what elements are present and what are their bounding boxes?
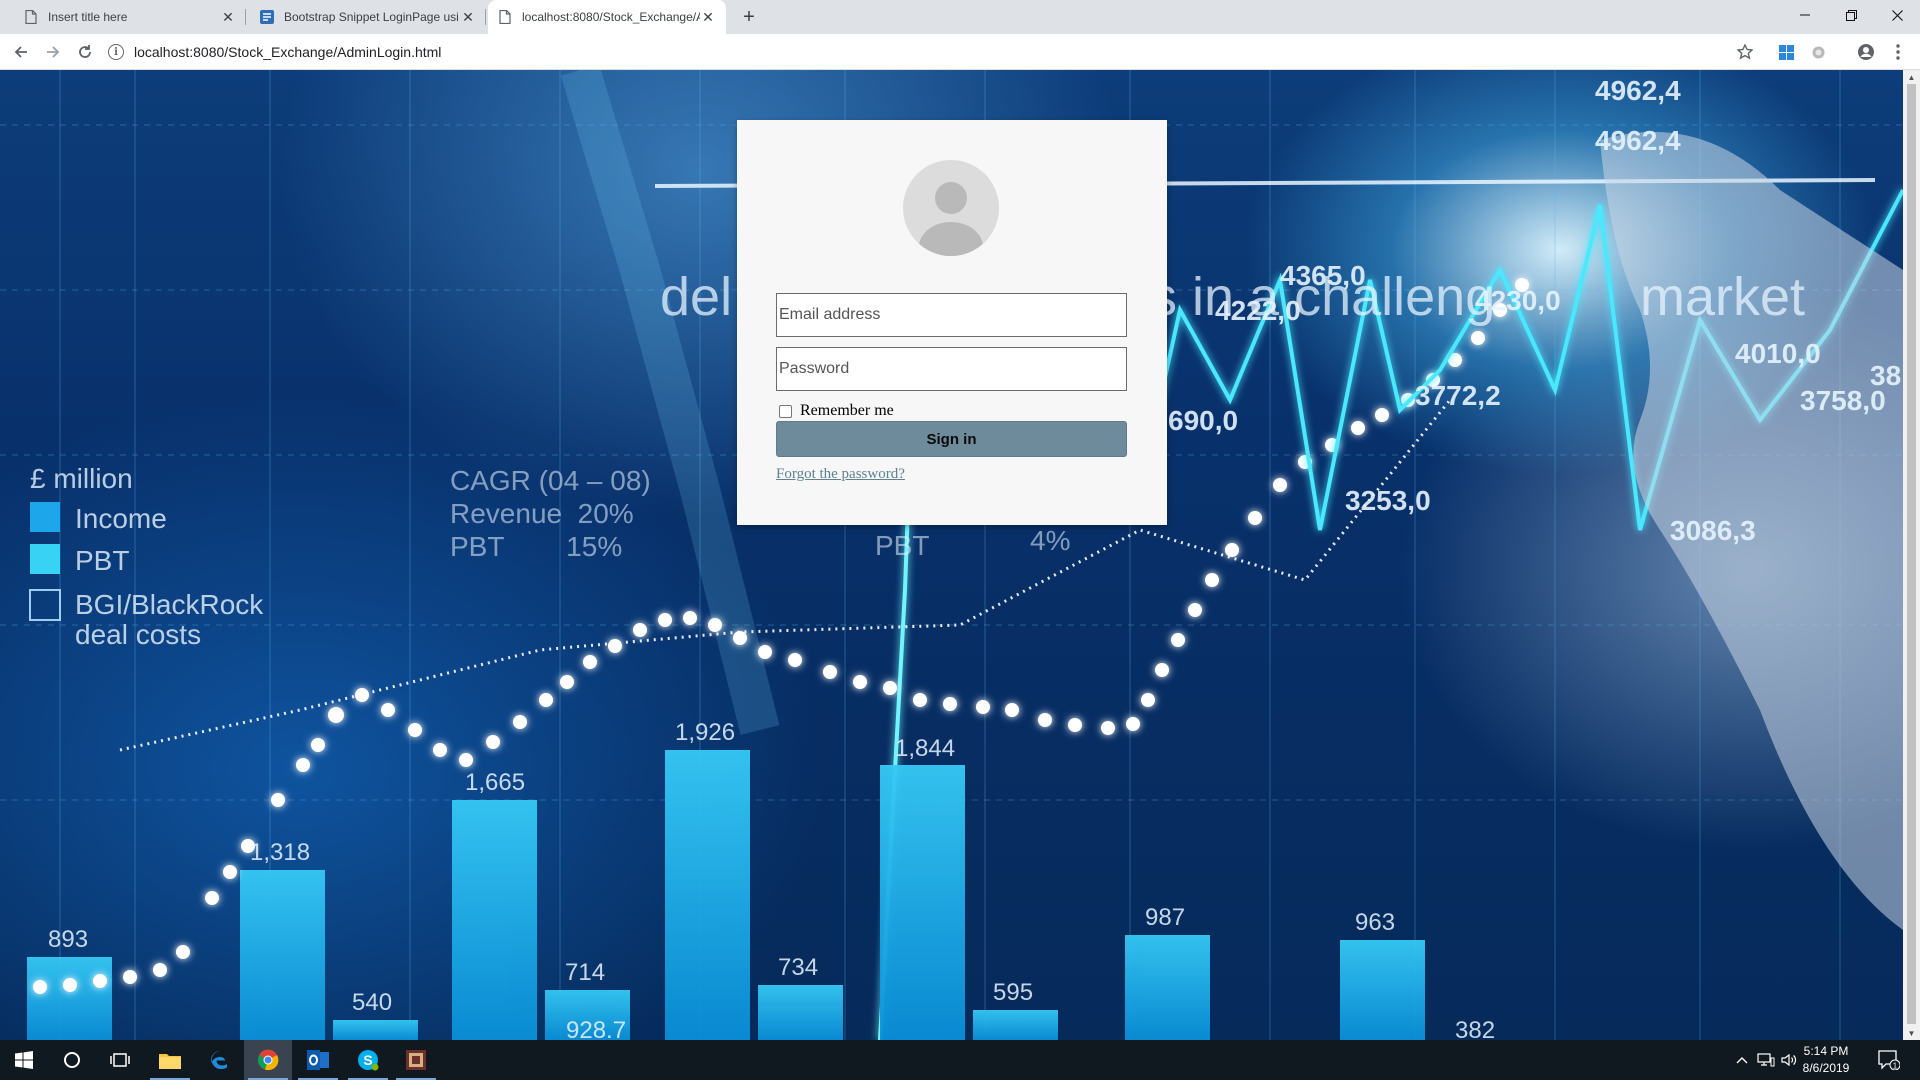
svg-text:S: S — [363, 1052, 372, 1068]
line-label: 4222,0 — [1215, 295, 1301, 326]
address-bar[interactable]: i localhost:8080/Stock_Exchange/AdminLog… — [108, 37, 1788, 67]
tab-admin-login[interactable]: localhost:8080/Stock_Exchange/A ✕ — [488, 0, 726, 34]
close-window-icon[interactable] — [1874, 0, 1920, 30]
bar-label: 1,665 — [465, 769, 525, 796]
remember-me[interactable]: Remember me — [779, 402, 894, 420]
file-explorer-icon[interactable] — [146, 1040, 194, 1080]
app-icon[interactable] — [392, 1040, 440, 1080]
cagr-label: CAGR (04 – 08) — [450, 465, 651, 496]
legend-bgi: BGI/BlackRock — [75, 589, 264, 620]
network-icon[interactable] — [1756, 1050, 1776, 1070]
avatar-placeholder-icon — [903, 160, 999, 256]
legend-income: Income — [75, 503, 167, 534]
minimize-icon[interactable] — [1782, 0, 1828, 30]
page-icon — [24, 10, 38, 24]
clock-date: 8/6/2019 — [1802, 1061, 1850, 1075]
forgot-password-link[interactable]: Forgot the password? — [776, 466, 905, 483]
tab-title: Bootstrap Snippet LoginPage usi — [284, 10, 459, 24]
legend-title: £ million — [30, 463, 133, 494]
chart-header-text-3: market — [1640, 267, 1805, 327]
windows-taskbar: S 5:14 PM 8/6/2019 1 — [0, 1040, 1920, 1080]
tab-bar: Insert title here ✕ Bootstrap Snippet Lo… — [0, 0, 1920, 34]
menu-kebab-icon[interactable] — [1885, 39, 1911, 65]
scroll-down-arrow-icon[interactable]: ▼ — [1903, 1026, 1920, 1040]
show-hidden-icons-icon[interactable] — [1734, 1050, 1750, 1070]
line-label: 690,0 — [1168, 405, 1238, 436]
cagr-revenue: Revenue 20% — [450, 498, 634, 529]
scroll-up-arrow-icon[interactable]: ▲ — [1903, 70, 1920, 84]
pbt-label: PBT — [875, 530, 929, 561]
scrollbar-thumb[interactable] — [1907, 84, 1916, 1024]
restore-icon[interactable] — [1828, 0, 1874, 30]
tab-insert-title[interactable]: Insert title here ✕ — [14, 0, 246, 34]
email-field[interactable] — [776, 293, 1127, 337]
page-icon — [498, 10, 512, 24]
bookmark-star-icon[interactable] — [1732, 39, 1758, 65]
close-tab-icon[interactable]: ✕ — [700, 9, 716, 25]
windows-start-icon[interactable] — [0, 1040, 48, 1080]
task-view-icon[interactable] — [96, 1040, 144, 1080]
bar-label: 1,844 — [895, 735, 955, 762]
bar-label: 595 — [993, 979, 1033, 1006]
notification-count: 1 — [1893, 1062, 1898, 1071]
line-label: 4962,4 — [1595, 125, 1681, 156]
close-tab-icon[interactable]: ✕ — [460, 9, 476, 25]
clock-time: 5:14 PM — [1803, 1044, 1849, 1058]
bar-label: 382 — [1455, 1017, 1495, 1040]
legend-deal-costs: deal costs — [75, 619, 201, 650]
outlook-icon[interactable] — [294, 1040, 342, 1080]
new-tab-button[interactable]: + — [736, 4, 762, 30]
password-field[interactable] — [776, 347, 1127, 391]
chart-header-text: del — [660, 267, 732, 327]
bar-label: 963 — [1355, 909, 1395, 936]
search-cortana-icon[interactable] — [48, 1040, 96, 1080]
remember-me-checkbox[interactable] — [779, 404, 792, 418]
bar-label: 714 — [565, 959, 605, 986]
edge-browser-icon[interactable] — [196, 1040, 244, 1080]
close-tab-icon[interactable]: ✕ — [220, 9, 236, 25]
skype-icon[interactable]: S — [344, 1040, 392, 1080]
profile-icon[interactable] — [1853, 39, 1879, 65]
line-label: 4230,0 — [1475, 285, 1561, 316]
bar-label: 987 — [1145, 904, 1185, 931]
cagr-pbt: PBT 15% — [450, 531, 622, 562]
tab-title: Insert title here — [48, 10, 128, 24]
remember-me-label: Remember me — [800, 402, 894, 419]
address-url: localhost:8080/Stock_Exchange/AdminLogin… — [134, 44, 442, 60]
bootstrap-snippet-icon — [260, 10, 274, 24]
line-label: 3772,2 — [1415, 380, 1501, 411]
line-label: 4365,0 — [1280, 260, 1366, 291]
chrome-browser-icon[interactable] — [244, 1040, 292, 1080]
line-label: 4962,4 — [1595, 75, 1681, 106]
line-label: 38 — [1870, 360, 1901, 391]
back-arrow-icon[interactable] — [8, 39, 34, 65]
bar-label: 540 — [352, 989, 392, 1016]
browser-toolbar: i localhost:8080/Stock_Exchange/AdminLog… — [0, 34, 1920, 70]
tab-bootstrap-snippet[interactable]: Bootstrap Snippet LoginPage usi ✕ — [250, 0, 486, 34]
bar-label: 928.7 — [566, 1017, 626, 1040]
forward-arrow-icon[interactable] — [40, 39, 66, 65]
windows-extension-icon[interactable] — [1773, 39, 1799, 65]
bar-label: 1,318 — [250, 839, 310, 866]
line-label: 4010,0 — [1735, 338, 1821, 369]
info-icon[interactable]: i — [108, 44, 124, 60]
bar-label: 1,926 — [675, 719, 735, 746]
login-card: Remember me Sign in Forgot the password? — [737, 120, 1167, 525]
line-label: 3253,0 — [1345, 485, 1431, 516]
bar-label: 893 — [48, 926, 88, 953]
sign-in-button[interactable]: Sign in — [776, 421, 1127, 457]
legend-pbt: PBT — [75, 545, 129, 576]
tab-title: localhost:8080/Stock_Exchange/A — [522, 10, 700, 24]
bar-label: 734 — [778, 954, 818, 981]
pbt-value: 4% — [1030, 525, 1070, 556]
line-label: 3086,3 — [1670, 515, 1756, 546]
page-scrollbar[interactable]: ▲ ▼ — [1903, 70, 1920, 1040]
taskbar-clock[interactable]: 5:14 PM 8/6/2019 — [1796, 1043, 1856, 1077]
reload-icon[interactable] — [72, 39, 98, 65]
extension-circle-icon[interactable] — [1805, 39, 1831, 65]
action-center-icon[interactable]: 1 — [1876, 1050, 1902, 1070]
